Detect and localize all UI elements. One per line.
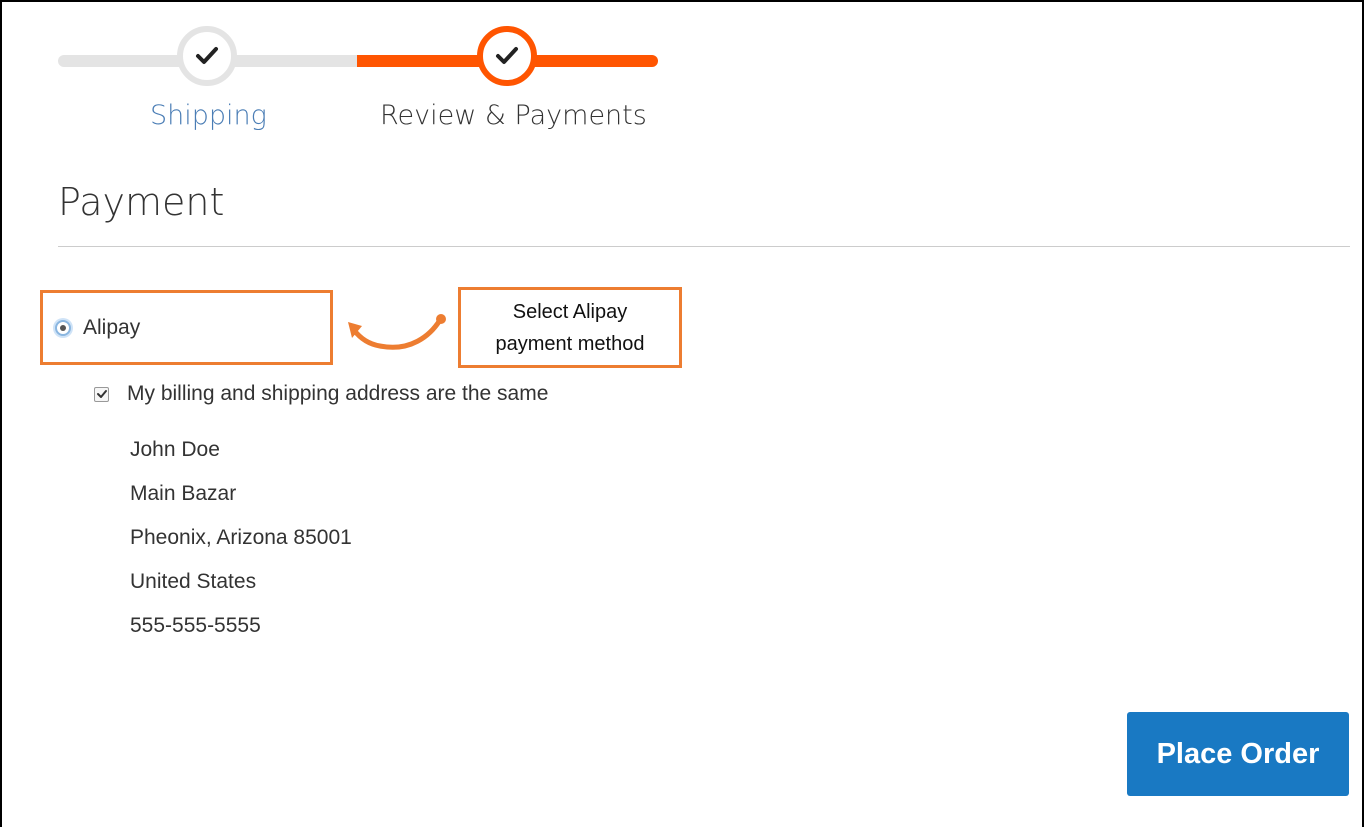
- address-phone: 555-555-5555: [130, 614, 261, 637]
- billing-same-option[interactable]: My billing and shipping address are the …: [94, 382, 548, 406]
- page-title: Payment: [58, 180, 225, 224]
- payment-method-option[interactable]: Alipay: [55, 316, 140, 340]
- place-order-button[interactable]: Place Order: [1127, 712, 1349, 796]
- billing-address: John Doe Main Bazar Pheonix, Arizona 850…: [130, 438, 352, 658]
- checkmark-icon: [196, 47, 218, 64]
- callout-line-2: payment method: [495, 332, 645, 355]
- instruction-callout: Select Alipay payment method: [458, 287, 682, 368]
- step-review-indicator: [477, 26, 537, 86]
- step-shipping-link[interactable]: Shipping: [150, 100, 267, 131]
- address-name: John Doe: [130, 438, 220, 461]
- payment-method-label[interactable]: Alipay: [83, 316, 140, 340]
- billing-same-label[interactable]: My billing and shipping address are the …: [127, 382, 548, 406]
- billing-same-checkbox[interactable]: [94, 386, 109, 402]
- step-review-label: Review & Payments: [380, 100, 647, 131]
- checkmark-icon: [496, 47, 518, 64]
- checkmark-icon: [96, 390, 107, 398]
- address-city: Pheonix, Arizona 85001: [130, 526, 352, 549]
- callout-line-1: Select Alipay: [512, 300, 628, 323]
- step-shipping-indicator[interactable]: [177, 26, 237, 86]
- payment-method-radio[interactable]: [55, 320, 71, 336]
- address-country: United States: [130, 570, 257, 593]
- radio-selected-dot: [60, 325, 66, 331]
- curved-arrow-icon: [348, 314, 446, 350]
- address-street: Main Bazar: [130, 482, 237, 505]
- title-divider: [58, 246, 1350, 247]
